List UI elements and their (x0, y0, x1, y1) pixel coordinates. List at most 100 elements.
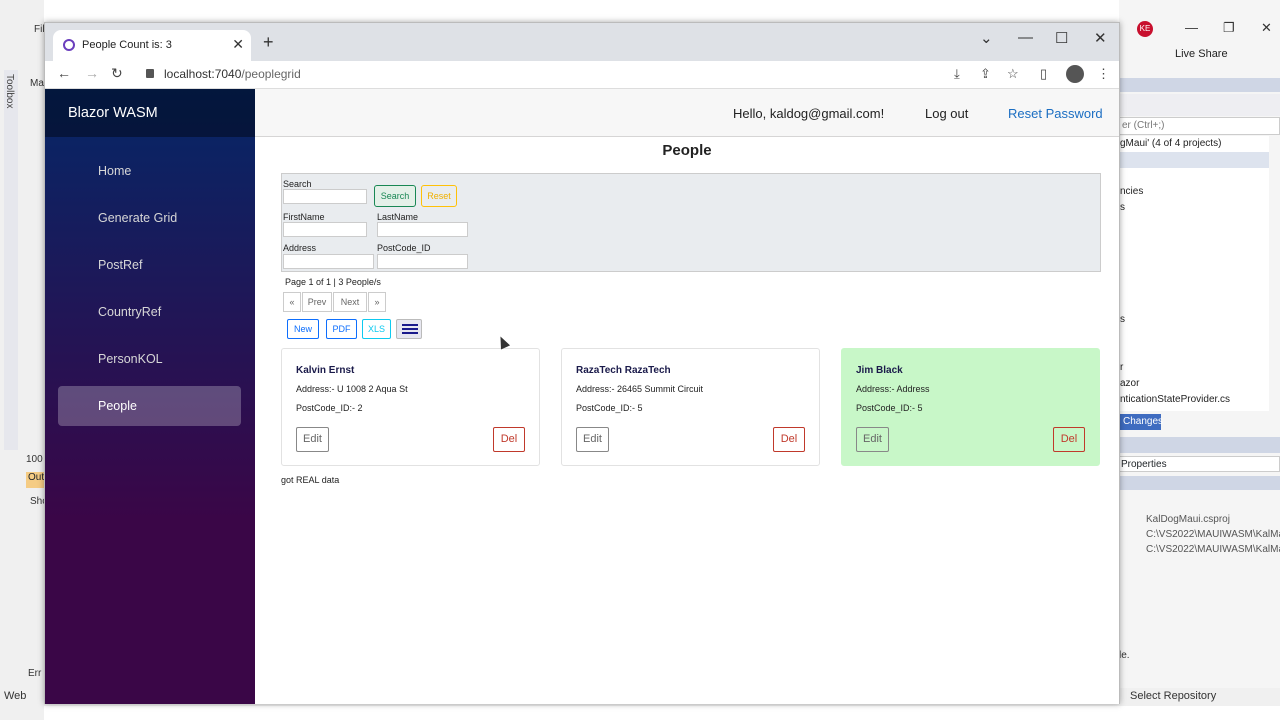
delete-button[interactable]: Del (493, 427, 525, 452)
tree-item[interactable]: gMaui' (4 of 4 projects) (1119, 136, 1269, 152)
person-address: Address:- 26465 Summit Circuit (576, 384, 704, 394)
tree-item[interactable]: ncies (1119, 184, 1269, 200)
solution-explorer-toolbar[interactable] (1119, 94, 1280, 116)
profile-avatar-icon[interactable] (1066, 65, 1084, 83)
list-view-icon[interactable] (396, 319, 422, 339)
solution-tree[interactable]: gMaui' (4 of 4 projects) ncies s s r azo… (1119, 136, 1269, 411)
toolbox-strip[interactable] (4, 70, 18, 450)
live-share-button[interactable]: Live Share (1175, 48, 1228, 60)
postcode-input[interactable] (377, 254, 468, 269)
vs-minimize-icon[interactable]: — (1185, 20, 1198, 35)
pdf-button[interactable]: PDF (326, 319, 357, 339)
tree-item[interactable]: r (1119, 360, 1269, 376)
blazor-app: Blazor WASM Home Generate Grid PostRef C… (45, 89, 1119, 704)
tree-item[interactable] (1119, 328, 1269, 344)
person-card: Kalvin Ernst Address:- U 1008 2 Aqua St … (281, 348, 540, 466)
search-button[interactable]: Search (374, 185, 416, 207)
tree-item[interactable] (1119, 296, 1269, 312)
prev-page-button[interactable]: Prev (302, 292, 332, 312)
url-path: /peoplegrid (241, 67, 301, 81)
vs-left-panel: Toolbox Fil Ma 100 Out Sho Err (0, 0, 48, 720)
delete-button[interactable]: Del (773, 427, 805, 452)
forward-icon[interactable]: → (85, 65, 99, 81)
tree-item[interactable] (1119, 216, 1269, 232)
tree-item[interactable] (1119, 248, 1269, 264)
delete-button[interactable]: Del (1053, 427, 1085, 452)
brand-title[interactable]: Blazor WASM (68, 105, 158, 121)
install-app-icon[interactable]: ⤓ (954, 66, 960, 82)
tab-title: People Count is: 3 (82, 39, 172, 51)
browser-tab[interactable]: People Count is: 3 ✕ (53, 30, 251, 61)
lastname-input[interactable] (377, 222, 468, 237)
reset-button[interactable]: Reset (421, 185, 457, 207)
person-card: RazaTech RazaTech Address:- 26465 Summit… (561, 348, 820, 466)
properties-selector[interactable]: Properties (1119, 456, 1280, 472)
search-label: Search (283, 179, 312, 189)
tree-item[interactable]: s (1119, 312, 1269, 328)
search-input[interactable] (283, 189, 367, 204)
first-page-button[interactable]: « (283, 292, 301, 312)
tree-item[interactable] (1119, 280, 1269, 296)
person-name: RazaTech RazaTech (576, 365, 671, 376)
edit-button[interactable]: Edit (296, 427, 329, 452)
solution-search-input[interactable]: er (Ctrl+;) (1119, 117, 1280, 135)
nav-countryref[interactable]: CountryRef (58, 292, 241, 332)
blazor-favicon-icon (63, 39, 75, 51)
last-page-button[interactable]: » (368, 292, 386, 312)
tree-item[interactable] (1119, 232, 1269, 248)
person-postcode: PostCode_ID:- 5 (856, 403, 923, 413)
user-greeting[interactable]: Hello, kaldog@gmail.com! (733, 106, 884, 121)
nav-personkol[interactable]: PersonKOL (58, 339, 241, 379)
git-changes-tab[interactable]: Changes (1119, 414, 1163, 430)
vs-close-icon[interactable]: ✕ (1261, 20, 1272, 36)
nav-postref[interactable]: PostRef (58, 245, 241, 285)
vs-menu-file[interactable]: Fil (34, 24, 45, 35)
tree-item[interactable] (1119, 344, 1269, 360)
reset-password-link[interactable]: Reset Password (1008, 106, 1103, 121)
browser-menu-icon[interactable]: ⋮ (1097, 66, 1110, 82)
bookmark-star-icon[interactable]: ☆ (1007, 66, 1019, 82)
new-button[interactable]: New (287, 319, 319, 339)
url-field[interactable]: localhost:7040/peoplegrid (164, 67, 301, 81)
vs-error-tab[interactable]: Err (28, 668, 41, 679)
tab-close-icon[interactable]: ✕ (232, 36, 244, 53)
nav-people[interactable]: People (58, 386, 241, 426)
back-icon[interactable]: ← (57, 65, 71, 81)
vs-output-tab[interactable]: Out (26, 472, 44, 488)
page-title: People (662, 142, 712, 159)
lock-icon[interactable] (146, 69, 154, 78)
nav-home[interactable]: Home (58, 151, 241, 191)
tree-item[interactable]: nticationStateProvider.cs (1119, 392, 1269, 408)
xls-button[interactable]: XLS (362, 319, 391, 339)
reload-icon[interactable]: ↻ (111, 65, 123, 82)
minimize-icon[interactable]: — (1018, 29, 1033, 46)
toolbox-label: Toolbox (4, 74, 15, 109)
tree-item[interactable]: azor (1119, 376, 1269, 392)
tree-item[interactable] (1119, 168, 1269, 184)
edit-button[interactable]: Edit (576, 427, 609, 452)
status-web[interactable]: Web (4, 690, 26, 702)
maximize-icon[interactable]: ☐ (1055, 29, 1068, 47)
logout-link[interactable]: Log out (925, 106, 968, 121)
nav-generate-grid[interactable]: Generate Grid (58, 198, 241, 238)
vs-restore-icon[interactable]: ❐ (1223, 20, 1235, 36)
address-input[interactable] (283, 254, 374, 269)
next-page-button[interactable]: Next (333, 292, 367, 312)
edit-button[interactable]: Edit (856, 427, 889, 452)
share-icon[interactable]: ⇪ (980, 66, 991, 82)
firstname-input[interactable] (283, 222, 367, 237)
vs-account-avatar[interactable]: KE (1137, 21, 1153, 37)
new-tab-icon[interactable]: + (263, 32, 274, 53)
tree-item[interactable] (1119, 152, 1269, 168)
select-repository-button[interactable]: Select Repository (1130, 690, 1216, 702)
lastname-label: LastName (377, 212, 419, 222)
properties-toolbar[interactable] (1119, 476, 1280, 490)
tree-item[interactable]: s (1119, 200, 1269, 216)
tab-search-icon[interactable]: ⌄ (980, 29, 993, 47)
side-panel-icon[interactable]: ▯ (1040, 66, 1047, 82)
close-window-icon[interactable]: ✕ (1094, 29, 1107, 47)
browser-tab-bar: People Count is: 3 ✕ + ⌄ — ☐ ✕ (45, 23, 1119, 61)
tree-item[interactable] (1119, 264, 1269, 280)
vs-doc-tab[interactable]: Ma (30, 78, 44, 89)
properties-header (1119, 437, 1280, 453)
